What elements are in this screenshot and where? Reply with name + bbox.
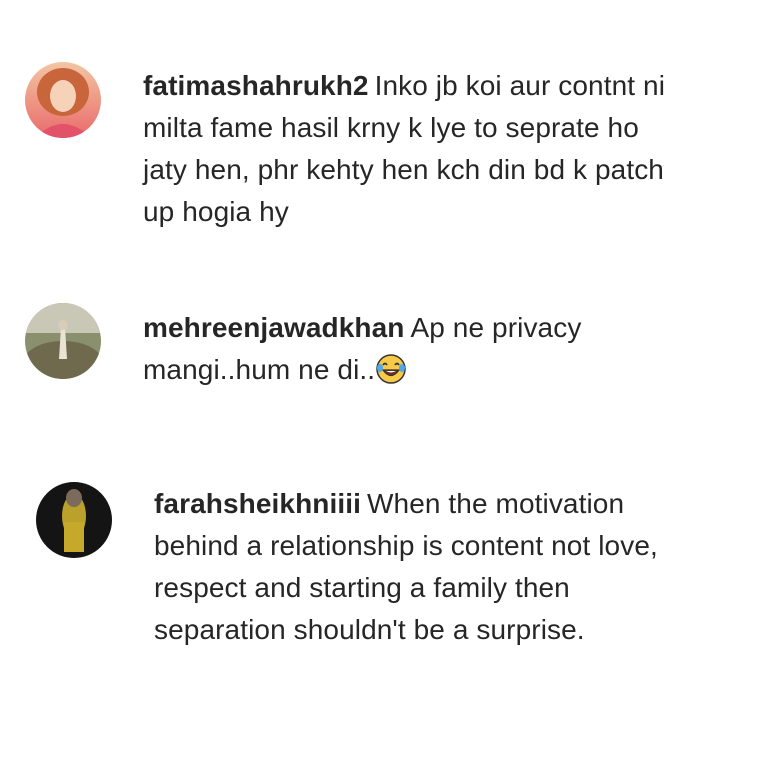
avatar[interactable] — [25, 62, 101, 138]
comment-text-block: fatimashahrukh2 Inko jb koi aur contnt ni… — [143, 65, 683, 233]
user-avatar-icon — [36, 482, 112, 558]
laughing-tears-emoji-icon — [375, 353, 407, 385]
user-avatar-icon — [25, 303, 101, 379]
comment-item: mehreenjawadkhan Ap ne privacy mangi..hum… — [25, 303, 683, 391]
comment-item: fatimashahrukh2 Inko jb koi aur contnt ni… — [25, 62, 683, 233]
comment-text-block: farahsheikhniiii When the motivation behi… — [154, 483, 694, 651]
comment-username[interactable]: fatimashahrukh2 — [143, 70, 369, 101]
comment-item: farahsheikhniiii When the motivation behi… — [36, 482, 694, 651]
user-avatar-icon — [25, 62, 101, 138]
comment-username[interactable]: farahsheikhniiii — [154, 488, 361, 519]
avatar[interactable] — [25, 303, 101, 379]
avatar[interactable] — [36, 482, 112, 558]
comment-text-block: mehreenjawadkhan Ap ne privacy mangi..hum… — [143, 307, 683, 391]
comment-username[interactable]: mehreenjawadkhan — [143, 312, 404, 343]
